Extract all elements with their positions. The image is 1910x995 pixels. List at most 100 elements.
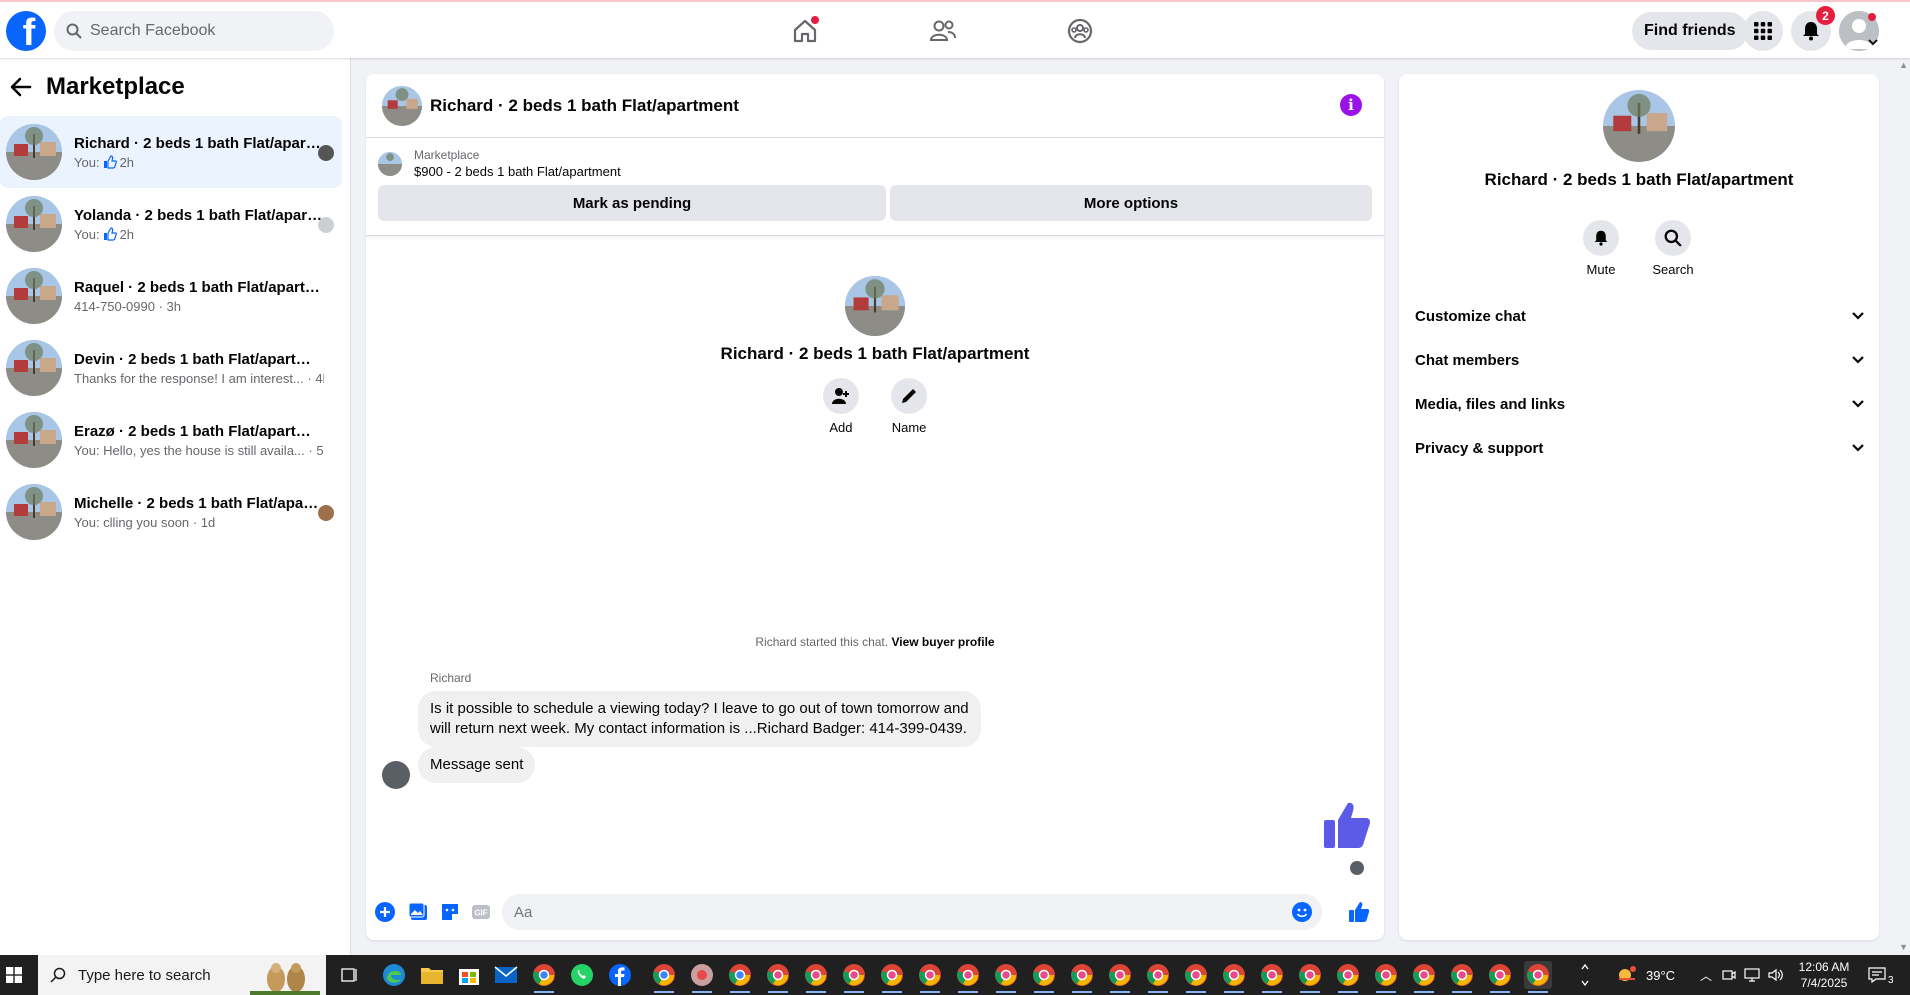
taskbar-chrome-profile[interactable] xyxy=(1410,961,1438,993)
taskbar-chrome-profile[interactable] xyxy=(1220,961,1248,993)
view-buyer-profile-link[interactable]: View buyer profile xyxy=(891,635,994,649)
top-navigation-bar: f Find friends 2 xyxy=(0,0,1910,58)
taskbar-chrome-profile[interactable] xyxy=(954,961,982,993)
taskbar-chrome-profile[interactable] xyxy=(1334,961,1362,993)
conversation-item-yolanda[interactable]: Yolanda · 2 beds 1 bath Flat/apartment Y… xyxy=(0,188,342,260)
taskbar-chrome-profile[interactable] xyxy=(1486,961,1514,993)
taskbar-chrome-profile[interactable] xyxy=(1258,961,1286,993)
action-center-button[interactable]: 3 xyxy=(1868,955,1894,995)
message-sent-bubble[interactable]: Message sent xyxy=(418,747,536,783)
sender-avatar[interactable] xyxy=(382,761,410,789)
scroll-up-arrow[interactable]: ▲ xyxy=(1899,60,1908,70)
taskbar-chrome-profile[interactable] xyxy=(1296,961,1324,993)
system-tray-icons[interactable]: ︿ xyxy=(1700,955,1784,995)
details-avatar[interactable] xyxy=(1603,90,1675,162)
taskbar-scroll-chevron-icon[interactable] xyxy=(1580,961,1590,989)
name-chat-button[interactable]: Name xyxy=(891,378,928,435)
taskbar-chrome-profile[interactable] xyxy=(840,961,868,993)
listing-mini-thumbnail xyxy=(378,151,402,176)
chrome-icon xyxy=(1071,964,1093,986)
taskbar-whatsapp[interactable] xyxy=(568,961,596,989)
listing-title[interactable]: $900 - 2 beds 1 bath Flat/apartment xyxy=(414,164,621,179)
scroll-down-arrow[interactable]: ▼ xyxy=(1899,942,1908,952)
friends-nav-button[interactable] xyxy=(920,8,966,54)
message-input-box[interactable] xyxy=(502,894,1322,930)
whatsapp-icon xyxy=(571,964,593,986)
search-facebook-input[interactable] xyxy=(90,22,310,40)
windows-taskbar: Type here to search 39°C ︿ 12:06 AM 7/4/… xyxy=(0,955,1910,995)
taskbar-chrome-profile[interactable] xyxy=(1068,961,1096,993)
windows-start-icon[interactable] xyxy=(6,967,22,983)
chat-title[interactable]: Richard · 2 beds 1 bath Flat/apartment xyxy=(430,96,739,116)
chat-avatar[interactable] xyxy=(382,85,422,126)
privacy-support-section[interactable]: Privacy & support xyxy=(1415,426,1865,470)
chrome-icon xyxy=(1185,964,1207,986)
taskbar-mail[interactable] xyxy=(492,961,520,989)
groups-nav-button[interactable] xyxy=(1057,8,1103,54)
find-friends-button[interactable]: Find friends xyxy=(1632,12,1748,50)
taskbar-chrome-profile[interactable] xyxy=(1030,961,1058,993)
mute-button[interactable]: Mute xyxy=(1571,220,1631,277)
notifications-button[interactable]: 2 xyxy=(1791,6,1835,51)
taskbar-chrome-profile[interactable] xyxy=(1372,961,1400,993)
seen-avatar xyxy=(318,505,334,521)
notification-count-badge: 2 xyxy=(1816,6,1835,25)
taskbar-chrome-profile[interactable] xyxy=(802,961,830,993)
more-actions-button[interactable] xyxy=(374,901,396,923)
send-like-button[interactable] xyxy=(1348,901,1370,923)
message-line: Is it possible to schedule a viewing tod… xyxy=(430,700,969,717)
weather-widget[interactable]: 39°C xyxy=(1616,955,1675,995)
search-in-conversation-button[interactable]: Search xyxy=(1643,220,1703,277)
facebook-logo-icon[interactable]: f xyxy=(6,11,46,51)
taskbar-chrome-profile[interactable] xyxy=(726,961,754,993)
customize-chat-section[interactable]: Customize chat xyxy=(1415,294,1865,338)
taskbar-chrome-active[interactable] xyxy=(1524,961,1552,993)
gif-button[interactable]: GIF xyxy=(470,901,492,923)
taskbar-chrome-profile[interactable] xyxy=(764,961,792,993)
conversation-item-erazo[interactable]: Erazø · 2 beds 1 bath Flat/apartment You… xyxy=(0,404,342,476)
chrome-icon xyxy=(1033,964,1055,986)
media-files-links-section[interactable]: Media, files and links xyxy=(1415,382,1865,426)
clock[interactable]: 12:06 AM 7/4/2025 xyxy=(1794,955,1854,995)
taskbar-chrome-profile[interactable] xyxy=(1144,961,1172,993)
info-icon[interactable]: i xyxy=(1340,94,1362,116)
taskbar-facebook[interactable] xyxy=(606,961,634,989)
mark-as-pending-button[interactable]: Mark as pending xyxy=(378,185,886,221)
volume-icon[interactable] xyxy=(1768,968,1784,982)
meet-now-icon[interactable] xyxy=(1722,968,1736,982)
taskbar-chrome-profile[interactable] xyxy=(1448,961,1476,993)
taskbar-chrome-profile[interactable] xyxy=(688,961,716,993)
show-hidden-icons-icon[interactable]: ︿ xyxy=(1700,967,1712,984)
taskbar-chrome-profile[interactable] xyxy=(650,961,678,993)
taskbar-edge[interactable] xyxy=(380,961,408,989)
conversation-item-devin[interactable]: Devin · 2 beds 1 bath Flat/apartment Tha… xyxy=(0,332,342,404)
attach-photo-button[interactable] xyxy=(407,901,429,923)
network-icon[interactable] xyxy=(1744,968,1760,982)
conversation-item-richard[interactable]: Richard · 2 beds 1 bath Flat/apartment Y… xyxy=(0,116,342,188)
thumbs-up-icon xyxy=(103,155,117,169)
sticker-button[interactable] xyxy=(439,901,461,923)
taskbar-file-explorer[interactable] xyxy=(418,961,446,989)
menu-button[interactable] xyxy=(1743,11,1783,51)
taskbar-search-box[interactable]: Type here to search xyxy=(38,955,326,995)
taskbar-chrome-profile[interactable] xyxy=(1182,961,1210,993)
more-options-button[interactable]: More options xyxy=(890,185,1372,221)
chat-members-section[interactable]: Chat members xyxy=(1415,338,1865,382)
message-bubble[interactable]: Is it possible to schedule a viewing tod… xyxy=(418,691,981,747)
conversation-item-michelle[interactable]: Michelle · 2 beds 1 bath Flat/apartment … xyxy=(0,476,342,548)
home-nav-button[interactable] xyxy=(782,8,828,54)
taskbar-chrome-profile[interactable] xyxy=(878,961,906,993)
conversation-item-raquel[interactable]: Raquel · 2 beds 1 bath Flat/apartment 41… xyxy=(0,260,342,332)
emoji-icon[interactable] xyxy=(1292,902,1312,922)
task-view-icon[interactable] xyxy=(341,967,359,983)
taskbar-chrome-profile[interactable] xyxy=(992,961,1020,993)
taskbar-store[interactable] xyxy=(455,961,483,989)
chevron-down-icon[interactable] xyxy=(1868,38,1878,46)
taskbar-chrome-profile[interactable] xyxy=(1106,961,1134,993)
search-facebook-box[interactable] xyxy=(54,11,334,51)
taskbar-chrome-profile[interactable] xyxy=(916,961,944,993)
message-input[interactable] xyxy=(514,903,1274,921)
back-arrow-icon[interactable] xyxy=(10,77,32,97)
add-people-button[interactable]: Add xyxy=(822,378,859,435)
taskbar-chrome[interactable] xyxy=(530,961,558,993)
